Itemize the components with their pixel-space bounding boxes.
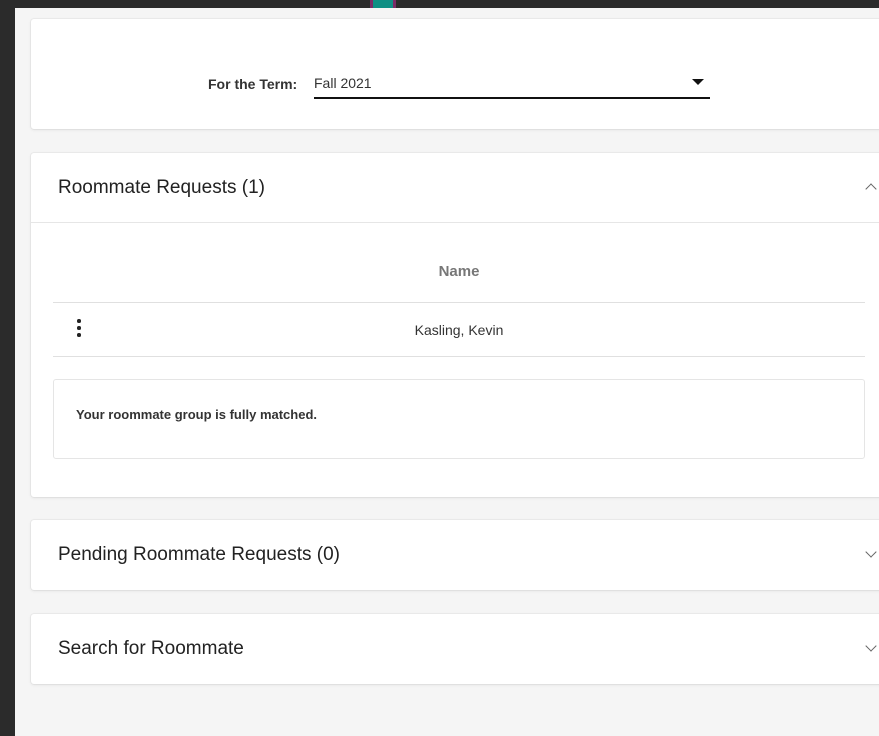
- chevron-down-icon: [865, 640, 877, 652]
- roommate-requests-title: Roommate Requests (1): [58, 177, 265, 198]
- roommate-requests-panel: Roommate Requests (1) Name Kasling, Kevi…: [31, 153, 879, 497]
- term-selected-value: Fall 2021: [314, 75, 372, 91]
- pending-requests-header[interactable]: Pending Roommate Requests (0): [31, 520, 879, 590]
- table-row: Kasling, Kevin: [53, 303, 865, 357]
- page-content: For the Term: Fall 2021 Roommate Request…: [15, 8, 879, 736]
- chevron-down-icon: [865, 546, 877, 558]
- term-select[interactable]: Fall 2021: [314, 69, 710, 99]
- roommate-requests-header[interactable]: Roommate Requests (1): [31, 153, 879, 223]
- table-header: Name: [53, 243, 865, 303]
- roommate-name: Kasling, Kevin: [414, 322, 504, 338]
- term-card: For the Term: Fall 2021: [31, 19, 879, 129]
- search-roommate-header[interactable]: Search for Roommate: [31, 614, 879, 684]
- term-label: For the Term:: [208, 76, 298, 92]
- chevron-up-icon: [865, 183, 877, 195]
- search-roommate-panel: Search for Roommate: [31, 614, 879, 684]
- search-roommate-title: Search for Roommate: [58, 638, 244, 659]
- dropdown-caret-icon: [692, 79, 704, 85]
- pending-requests-panel: Pending Roommate Requests (0): [31, 520, 879, 590]
- top-frame: [0, 0, 879, 8]
- column-header-name: Name: [438, 263, 480, 280]
- pending-requests-title: Pending Roommate Requests (0): [58, 544, 340, 565]
- match-status-text: Your roommate group is fully matched.: [76, 407, 318, 422]
- match-status-notice: Your roommate group is fully matched.: [53, 379, 865, 459]
- accent-tab-highlight: [373, 0, 393, 8]
